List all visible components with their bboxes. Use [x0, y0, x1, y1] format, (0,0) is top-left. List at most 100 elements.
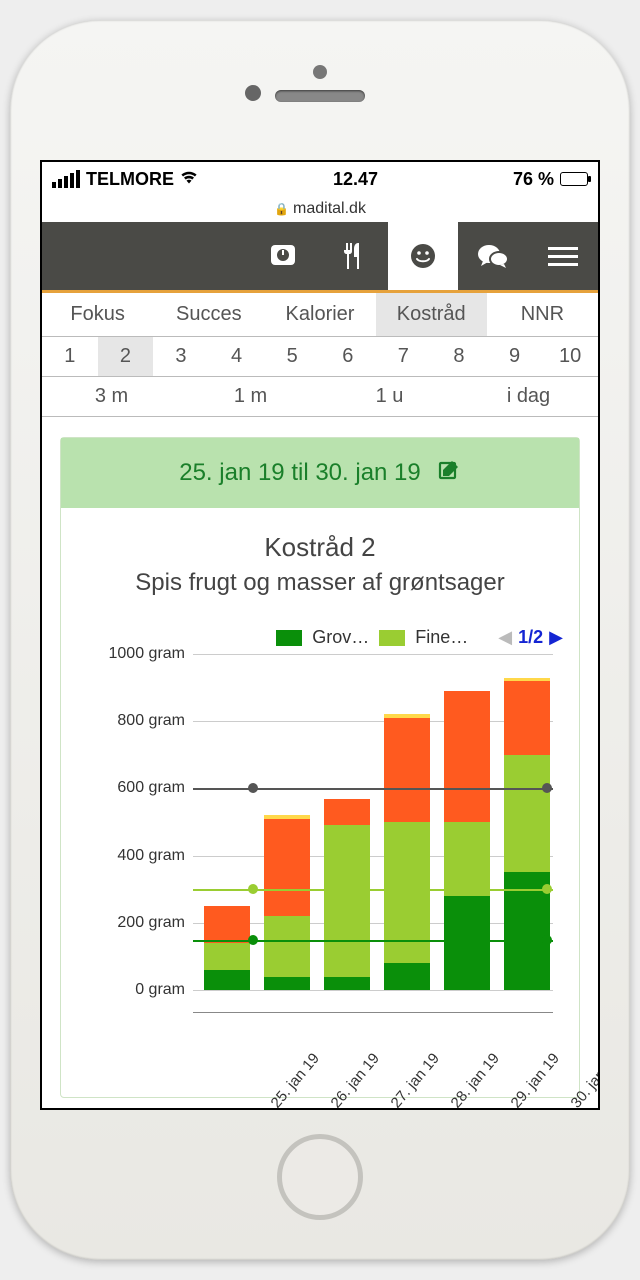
tab-n6[interactable]: 6 — [320, 337, 376, 376]
screen: TELMORE 12.47 76 % 🔒 madital.dk — [40, 160, 600, 1110]
phone-speaker — [275, 90, 365, 102]
bar-segment[interactable] — [504, 678, 550, 681]
tab-n7[interactable]: 7 — [376, 337, 432, 376]
tab-nnr[interactable]: NNR — [487, 293, 598, 336]
tab-n10[interactable]: 10 — [542, 337, 598, 376]
plot-area — [193, 654, 553, 990]
tab-n4[interactable]: 4 — [209, 337, 265, 376]
tab-n3[interactable]: 3 — [153, 337, 209, 376]
tab-idag[interactable]: i dag — [459, 377, 598, 416]
chart-area: Kostråd 2 Spis frugt og masser af grønts… — [61, 508, 579, 1097]
tab-n1[interactable]: 1 — [42, 337, 98, 376]
battery-icon — [560, 172, 588, 186]
date-range-label: 25. jan 19 til 30. jan 19 — [179, 459, 421, 487]
bar-segment[interactable] — [444, 896, 490, 990]
content: 25. jan 19 til 30. jan 19 Kostråd 2 Spis… — [42, 417, 598, 1108]
nav-chat-button[interactable] — [458, 222, 528, 290]
tab-fokus[interactable]: Fokus — [42, 293, 153, 336]
bar-segment[interactable] — [444, 822, 490, 896]
date-range-bar[interactable]: 25. jan 19 til 30. jan 19 — [61, 438, 579, 508]
tabs-period: 3 m 1 m 1 u i dag — [42, 377, 598, 417]
reference-dot — [542, 884, 552, 894]
bar-segment[interactable] — [324, 825, 370, 976]
status-bar: TELMORE 12.47 76 % — [42, 162, 598, 196]
bar-segment[interactable] — [504, 755, 550, 873]
y-tick-label: 200 gram — [117, 914, 185, 932]
y-tick-label: 800 gram — [117, 712, 185, 730]
reference-dot — [542, 783, 552, 793]
bar-segment[interactable] — [384, 714, 430, 717]
bar-segment[interactable] — [444, 691, 490, 822]
pager-prev-icon[interactable]: ◀ — [498, 627, 512, 648]
tab-1m[interactable]: 1 m — [181, 377, 320, 416]
tab-n2[interactable]: 2 — [98, 337, 154, 376]
tab-kostrad[interactable]: Kostråd — [376, 293, 487, 336]
reference-dot — [542, 935, 552, 945]
home-button[interactable] — [277, 1134, 363, 1220]
legend-pager: ◀ 1/2 ▶ — [498, 627, 563, 648]
reference-dot — [248, 884, 258, 894]
tab-1u[interactable]: 1 u — [320, 377, 459, 416]
phone-camera — [313, 65, 327, 79]
tab-succes[interactable]: Succes — [153, 293, 264, 336]
phone-sensor — [245, 85, 261, 101]
clock-label: 12.47 — [333, 169, 378, 190]
wifi-icon — [180, 170, 198, 189]
x-tick-label: 26. jan 19 — [328, 1050, 383, 1108]
bar-segment[interactable] — [264, 916, 310, 976]
bar-segment[interactable] — [264, 977, 310, 990]
legend-label-fine: Fine… — [415, 627, 468, 648]
tab-n8[interactable]: 8 — [431, 337, 487, 376]
edit-icon[interactable] — [437, 458, 461, 488]
reference-dot — [248, 783, 258, 793]
tabs-primary: Fokus Succes Kalorier Kostråd NNR — [42, 293, 598, 337]
chart-pane: 0 gram200 gram400 gram600 gram800 gram10… — [77, 654, 563, 1087]
chart-subtitle: Spis frugt og masser af grøntsager — [77, 569, 563, 597]
url-bar[interactable]: 🔒 madital.dk — [42, 196, 598, 222]
app-navbar — [42, 222, 598, 290]
reference-line — [193, 889, 553, 891]
tabs-numbers: 1 2 3 4 5 6 7 8 9 10 — [42, 337, 598, 377]
nav-scale-button[interactable] — [248, 222, 318, 290]
nav-menu-button[interactable] — [528, 222, 598, 290]
x-tick-label: 30. jan 19 — [568, 1050, 598, 1108]
battery-label: 76 % — [513, 169, 554, 190]
gridline — [193, 990, 553, 991]
nav-food-button[interactable] — [318, 222, 388, 290]
reference-dot — [248, 935, 258, 945]
tab-3m[interactable]: 3 m — [42, 377, 181, 416]
x-tick-label: 25. jan 19 — [268, 1050, 323, 1108]
bar-segment[interactable] — [204, 970, 250, 990]
bar-segment[interactable] — [204, 943, 250, 970]
signal-icon — [52, 170, 80, 188]
bar-segment[interactable] — [324, 799, 370, 826]
bar-segment[interactable] — [504, 681, 550, 755]
y-tick-label: 0 gram — [135, 981, 185, 999]
bar-segment[interactable] — [384, 963, 430, 990]
phone-frame: TELMORE 12.47 76 % 🔒 madital.dk — [10, 20, 630, 1260]
url-domain: madital.dk — [293, 200, 366, 218]
legend-swatch-grov — [276, 630, 302, 646]
y-tick-label: 600 gram — [117, 779, 185, 797]
reference-line — [193, 788, 553, 790]
chart-title: Kostråd 2 — [77, 532, 563, 563]
bar-segment[interactable] — [324, 977, 370, 990]
bar-segment[interactable] — [204, 906, 250, 943]
nav-mood-button[interactable] — [388, 222, 458, 290]
bar-segment[interactable] — [384, 822, 430, 963]
bar-segment[interactable] — [384, 718, 430, 822]
pager-next-icon[interactable]: ▶ — [549, 627, 563, 648]
y-tick-label: 400 gram — [117, 847, 185, 865]
x-tick-label: 29. jan 19 — [508, 1050, 563, 1108]
reference-line — [193, 940, 553, 942]
tab-n9[interactable]: 9 — [487, 337, 543, 376]
y-tick-label: 1000 gram — [109, 645, 186, 663]
chart-card: 25. jan 19 til 30. jan 19 Kostråd 2 Spis… — [60, 437, 580, 1098]
bar-segment[interactable] — [264, 815, 310, 818]
tab-kalorier[interactable]: Kalorier — [264, 293, 375, 336]
bar-segment[interactable] — [264, 819, 310, 916]
x-tick-label: 27. jan 19 — [388, 1050, 443, 1108]
x-tick-label: 28. jan 19 — [448, 1050, 503, 1108]
legend-label-grov: Grov… — [312, 627, 369, 648]
tab-n5[interactable]: 5 — [264, 337, 320, 376]
